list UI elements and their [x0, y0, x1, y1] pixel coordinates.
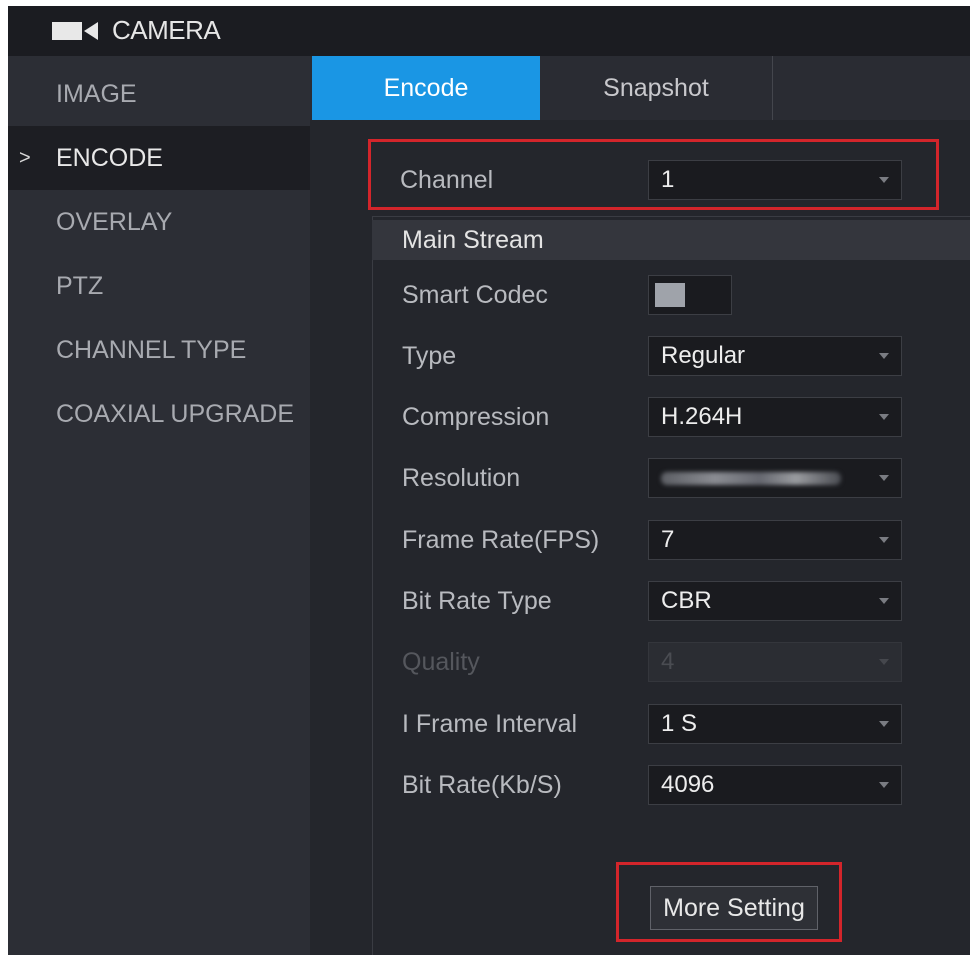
bit-rate-value: 4096 — [661, 771, 715, 798]
dropdown-arrow-icon — [879, 659, 889, 665]
compression-label: Compression — [402, 403, 550, 431]
sidebar-item-label: IMAGE — [56, 80, 137, 108]
frame-rate-value: 7 — [661, 526, 675, 553]
sidebar-item-ptz[interactable]: PTZ — [8, 254, 310, 318]
sidebar-item-label: PTZ — [56, 272, 104, 300]
dropdown-arrow-icon — [879, 598, 889, 604]
type-label: Type — [402, 342, 457, 370]
i-frame-interval-value: 1 S — [661, 710, 698, 737]
camera-settings-window: CAMERA IMAGE > ENCODE OVERLAY PTZ CHANNE… — [8, 6, 970, 955]
bit-rate-select[interactable]: 4096 — [648, 765, 902, 805]
bit-rate-label: Bit Rate(Kb/S) — [402, 771, 562, 799]
frame-rate-select[interactable]: 7 — [648, 520, 902, 560]
resolution-select[interactable] — [648, 458, 902, 498]
compression-select[interactable]: H.264H — [648, 397, 902, 437]
sidebar-item-channel-type[interactable]: CHANNEL TYPE — [8, 318, 310, 382]
sidebar: IMAGE > ENCODE OVERLAY PTZ CHANNEL TYPE … — [8, 56, 310, 955]
dropdown-arrow-icon — [879, 721, 889, 727]
dropdown-arrow-icon — [879, 537, 889, 543]
chevron-right-icon: > — [19, 147, 31, 169]
camera-icon — [52, 22, 98, 40]
page-title: CAMERA — [112, 15, 221, 45]
compression-value: H.264H — [661, 403, 743, 430]
smart-codec-label: Smart Codec — [402, 281, 548, 309]
smart-codec-toggle[interactable] — [648, 275, 732, 315]
sidebar-item-label: OVERLAY — [56, 208, 173, 236]
quality-select: 4 — [648, 642, 902, 682]
quality-value: 4 — [661, 648, 675, 675]
type-value: Regular — [661, 342, 746, 369]
sidebar-item-label: COAXIAL UPGRADE — [56, 400, 295, 428]
quality-label: Quality — [402, 648, 480, 676]
more-setting-highlight-box — [616, 862, 842, 942]
sidebar-item-label: ENCODE — [56, 144, 163, 172]
channel-highlight-box — [368, 139, 939, 210]
title-bar: CAMERA — [8, 6, 970, 56]
main-stream-title: Main Stream — [402, 226, 544, 254]
main-stream-header: Main Stream — [372, 220, 970, 260]
bit-rate-type-label: Bit Rate Type — [402, 587, 552, 615]
type-select[interactable]: Regular — [648, 336, 902, 376]
dropdown-arrow-icon — [879, 353, 889, 359]
sidebar-item-encode[interactable]: > ENCODE — [8, 126, 310, 190]
resolution-value-redacted — [661, 472, 841, 485]
sidebar-item-overlay[interactable]: OVERLAY — [8, 190, 310, 254]
tab-encode[interactable]: Encode — [312, 56, 540, 120]
frame-rate-label: Frame Rate(FPS) — [402, 526, 600, 554]
bit-rate-type-select[interactable]: CBR — [648, 581, 902, 621]
i-frame-interval-label: I Frame Interval — [402, 710, 578, 738]
toggle-knob — [655, 283, 685, 307]
encode-form: Channel 1 Main Stream Smart Codec Type R… — [310, 120, 970, 955]
sidebar-item-label: CHANNEL TYPE — [56, 336, 247, 364]
dropdown-arrow-icon — [879, 782, 889, 788]
tab-snapshot[interactable]: Snapshot — [540, 56, 773, 120]
resolution-label: Resolution — [402, 464, 521, 492]
dropdown-arrow-icon — [879, 414, 889, 420]
sidebar-item-coaxial-upgrade[interactable]: COAXIAL UPGRADE — [8, 382, 310, 446]
sidebar-item-image[interactable]: IMAGE — [8, 62, 310, 126]
i-frame-interval-select[interactable]: 1 S — [648, 704, 902, 744]
tab-bar: Encode Snapshot — [310, 56, 970, 120]
bit-rate-type-value: CBR — [661, 587, 712, 614]
dropdown-arrow-icon — [879, 475, 889, 481]
